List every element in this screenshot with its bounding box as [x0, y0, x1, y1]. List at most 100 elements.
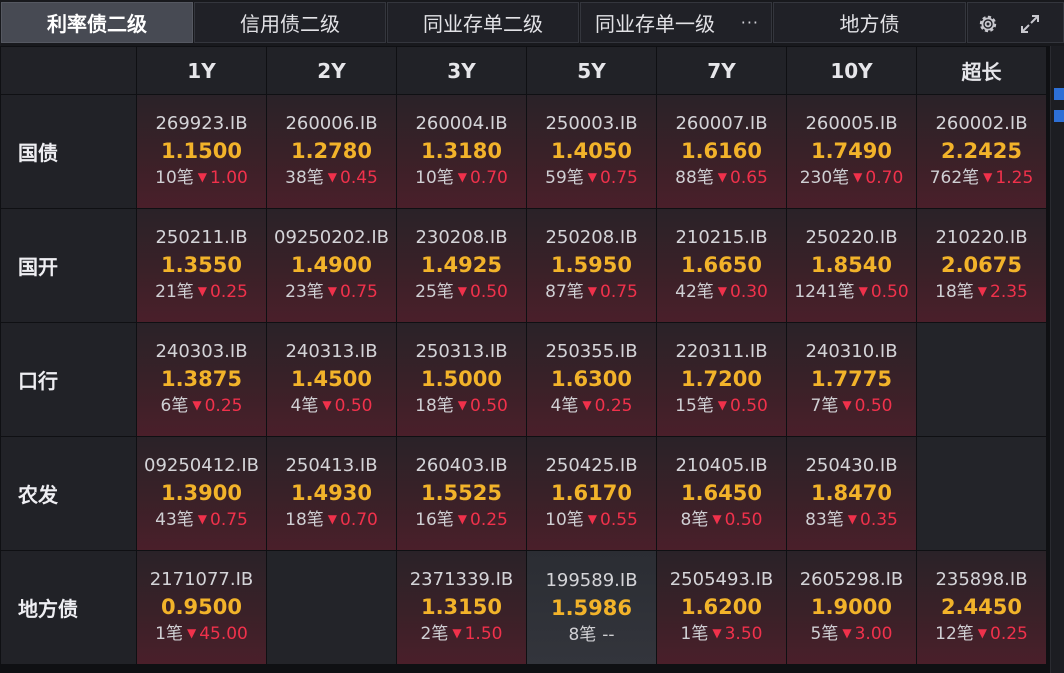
quote-cell[interactable]: 250355.IB 1.6300 4笔 ▼ 0.25 [527, 323, 656, 436]
quote-cell[interactable]: 2171077.IB 0.9500 1笔 ▼ 45.00 [137, 551, 266, 664]
quote-cell[interactable]: 210405.IB 1.6450 8笔 ▼ 0.50 [657, 437, 786, 550]
trade-meta: 88笔 ▼ 0.65 [675, 166, 768, 191]
yield-change: 0.50 [470, 396, 508, 416]
down-arrow-icon: ▼ [197, 512, 207, 526]
trade-meta: 7笔 ▼ 0.50 [811, 394, 893, 419]
gear-icon[interactable] [976, 12, 1000, 36]
quote-cell[interactable]: 250413.IB 1.4930 18笔 ▼ 0.70 [267, 437, 396, 550]
trade-meta: 43笔 ▼ 0.75 [155, 508, 248, 533]
down-arrow-icon: ▼ [842, 626, 852, 640]
down-arrow-icon: ▼ [582, 398, 592, 412]
tab-ncd-primary[interactable]: 同业存单一级 ··· [580, 2, 772, 43]
empty-cell [917, 323, 1046, 436]
yield-value: 1.6650 [680, 253, 763, 277]
quote-cell[interactable]: 240303.IB 1.3875 6笔 ▼ 0.25 [137, 323, 266, 436]
down-arrow-icon: ▼ [717, 398, 727, 412]
quote-cell[interactable]: 250003.IB 1.4050 59笔 ▼ 0.75 [527, 95, 656, 208]
quote-cell[interactable]: 250313.IB 1.5000 18笔 ▼ 0.50 [397, 323, 526, 436]
tab-local-gov-bond[interactable]: 地方债 [773, 2, 966, 43]
down-arrow-icon: ▼ [587, 512, 597, 526]
yield-value: 1.4500 [290, 367, 373, 391]
column-header-7y: 7Y [657, 47, 786, 94]
expand-icon[interactable] [1018, 12, 1042, 36]
trade-meta: 12笔 ▼ 0.25 [935, 622, 1028, 647]
down-arrow-icon: ▼ [847, 512, 857, 526]
quote-cell[interactable]: 240313.IB 1.4500 4笔 ▼ 0.50 [267, 323, 396, 436]
trade-count: 1241笔 [794, 282, 855, 302]
yield-value: 1.6170 [550, 481, 633, 505]
bond-code: 250313.IB [415, 341, 508, 362]
down-arrow-icon: ▼ [587, 170, 597, 184]
yield-change: 0.50 [334, 396, 373, 416]
quote-cell[interactable]: 260006.IB 1.2780 38笔 ▼ 0.45 [267, 95, 396, 208]
trade-meta: 23笔 ▼ 0.75 [285, 280, 378, 305]
quote-cell[interactable]: 09250202.IB 1.4900 23笔 ▼ 0.75 [267, 209, 396, 322]
trade-meta: 1241笔 ▼ 0.50 [794, 280, 908, 305]
down-arrow-icon: ▼ [327, 284, 337, 298]
more-icon[interactable]: ··· [741, 13, 759, 32]
yield-change: 0.35 [860, 510, 898, 530]
trade-count: 23笔 [285, 282, 324, 302]
quote-cell[interactable]: 220311.IB 1.7200 15笔 ▼ 0.50 [657, 323, 786, 436]
quote-cell[interactable]: 210220.IB 2.0675 18笔 ▼ 2.35 [917, 209, 1046, 322]
bond-code: 09250202.IB [274, 227, 389, 248]
vertical-scrollbar[interactable] [1050, 46, 1064, 673]
trade-count: 25笔 [415, 282, 454, 302]
trade-count: 12笔 [935, 624, 974, 644]
quote-cell[interactable]: 2605298.IB 1.9000 5笔 ▼ 3.00 [787, 551, 916, 664]
tab-credit-bond-secondary[interactable]: 信用债二级 [194, 2, 386, 43]
quote-cell[interactable]: 2371339.IB 1.3150 2笔 ▼ 1.50 [397, 551, 526, 664]
tab-label: 利率债二级 [47, 12, 147, 36]
yield-change: 1.00 [210, 168, 248, 188]
quote-cell[interactable]: 260005.IB 1.7490 230笔 ▼ 0.70 [787, 95, 916, 208]
down-arrow-icon: ▼ [457, 398, 467, 412]
trade-meta: 1笔 ▼ 3.50 [681, 622, 763, 647]
trade-meta: 83笔 ▼ 0.35 [805, 508, 898, 533]
yield-change: 0.45 [340, 168, 378, 188]
down-arrow-icon: ▼ [457, 284, 467, 298]
trade-meta: 1笔 ▼ 45.00 [155, 622, 248, 647]
quote-cell[interactable]: 240310.IB 1.7775 7笔 ▼ 0.50 [787, 323, 916, 436]
tab-ncd-secondary[interactable]: 同业存单二级 [387, 2, 579, 43]
scroll-marker [1054, 110, 1064, 122]
bond-code: 250208.IB [545, 227, 638, 248]
quote-cell[interactable]: 210215.IB 1.6650 42笔 ▼ 0.30 [657, 209, 786, 322]
quote-cell[interactable]: 250220.IB 1.8540 1241笔 ▼ 0.50 [787, 209, 916, 322]
column-header-1y: 1Y [137, 47, 266, 94]
quote-cell[interactable]: 250208.IB 1.5950 87笔 ▼ 0.75 [527, 209, 656, 322]
quote-cell[interactable]: 235898.IB 2.4450 12笔 ▼ 0.25 [917, 551, 1046, 664]
quote-cell[interactable]: 199589.IB 1.5986 8笔 -- [527, 551, 656, 664]
quote-cell[interactable]: 260004.IB 1.3180 10笔 ▼ 0.70 [397, 95, 526, 208]
yield-value: 1.8540 [810, 253, 893, 277]
tab-rate-bond-secondary[interactable]: 利率债二级 [1, 2, 193, 43]
down-arrow-icon: ▼ [322, 398, 332, 412]
down-arrow-icon: ▼ [717, 170, 727, 184]
yield-change: 2.35 [990, 282, 1028, 302]
quote-cell[interactable]: 260403.IB 1.5525 16笔 ▼ 0.25 [397, 437, 526, 550]
down-arrow-icon: ▼ [192, 398, 202, 412]
yield-change: 0.50 [854, 396, 893, 416]
tab-label: 同业存单一级 [595, 12, 715, 36]
bond-code: 220311.IB [675, 341, 768, 362]
quote-cell[interactable]: 250425.IB 1.6170 10笔 ▼ 0.55 [527, 437, 656, 550]
trade-meta: 21笔 ▼ 0.25 [155, 280, 248, 305]
quote-cell[interactable]: 269923.IB 1.1500 10笔 ▼ 1.00 [137, 95, 266, 208]
quote-cell[interactable]: 09250412.IB 1.3900 43笔 ▼ 0.75 [137, 437, 266, 550]
quote-cell[interactable]: 2505493.IB 1.6200 1笔 ▼ 3.50 [657, 551, 786, 664]
trade-count: 1笔 [680, 624, 709, 644]
quote-cell[interactable]: 250430.IB 1.8470 83笔 ▼ 0.35 [787, 437, 916, 550]
bond-code: 250425.IB [545, 455, 638, 476]
down-arrow-icon: ▼ [457, 512, 467, 526]
quote-cell[interactable]: 260002.IB 2.2425 762笔 ▼ 1.25 [917, 95, 1046, 208]
yield-value: 1.4050 [550, 139, 633, 163]
quote-cell[interactable]: 260007.IB 1.6160 88笔 ▼ 0.65 [657, 95, 786, 208]
yield-change: 0.50 [870, 282, 909, 302]
trade-count: 21笔 [155, 282, 194, 302]
quote-cell[interactable]: 230208.IB 1.4925 25笔 ▼ 0.50 [397, 209, 526, 322]
bond-code: 240303.IB [155, 341, 248, 362]
trade-count: 42笔 [675, 282, 714, 302]
yield-value: 1.4900 [290, 253, 373, 277]
bond-code: 250211.IB [155, 227, 248, 248]
yield-change: 0.75 [210, 510, 248, 530]
quote-cell[interactable]: 250211.IB 1.3550 21笔 ▼ 0.25 [137, 209, 266, 322]
